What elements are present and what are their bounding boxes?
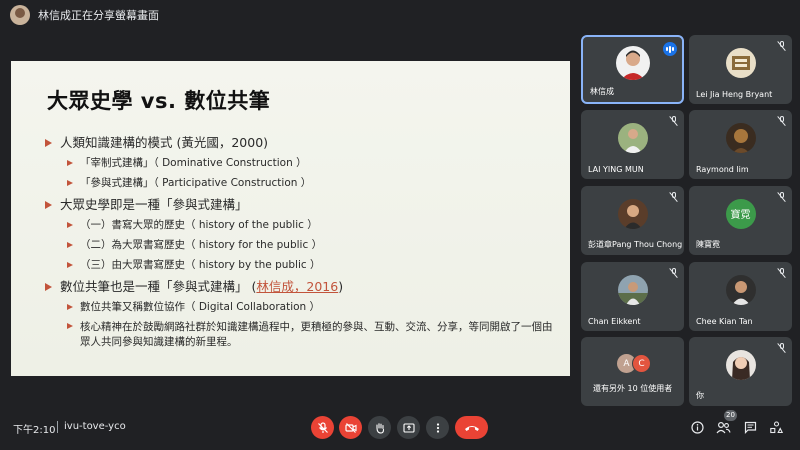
mic-toggle-button[interactable] bbox=[311, 416, 334, 439]
sub-bullet-item: 數位共筆又稱數位協作（ Digital Collaboration ） bbox=[45, 297, 555, 317]
participant-name: 你 bbox=[696, 391, 704, 400]
other-participants-avatars: A C bbox=[617, 354, 651, 373]
participant-name: 還有另外 10 位使用者 bbox=[593, 384, 673, 393]
mic-off-icon bbox=[669, 116, 678, 126]
avatar bbox=[617, 198, 648, 229]
leave-call-button[interactable] bbox=[455, 416, 488, 439]
mic-off-icon bbox=[777, 116, 786, 126]
participant-tile[interactable]: Raymond lim bbox=[689, 110, 792, 179]
more-participants-tile[interactable]: A C 還有另外 10 位使用者 bbox=[581, 337, 684, 406]
participant-name: Lei Jia Heng Bryant bbox=[696, 90, 773, 99]
divider bbox=[57, 421, 58, 433]
participant-name: 林信成 bbox=[590, 87, 614, 96]
mic-off-icon bbox=[669, 192, 678, 202]
sub-bullet-item: （一）書寫大眾的歷史（ history of the public ） bbox=[45, 215, 555, 235]
participant-tile[interactable]: 寶霓 陳寶霓 bbox=[689, 186, 792, 255]
raise-hand-icon bbox=[375, 422, 384, 434]
participant-tile[interactable]: 林信成 bbox=[581, 35, 684, 104]
avatar bbox=[725, 122, 756, 153]
self-tile[interactable]: 你 bbox=[689, 337, 792, 406]
bullet-arrow-icon bbox=[67, 160, 73, 166]
participant-tile[interactable]: 彭道章Pang Thou Chong bbox=[581, 186, 684, 255]
citation-link[interactable]: 林信成，2016 bbox=[256, 279, 338, 294]
participant-name: Chan Eikkent bbox=[588, 317, 641, 326]
mic-off-icon bbox=[669, 268, 678, 278]
people-icon bbox=[716, 421, 731, 433]
participant-tile[interactable]: LAI YING MUN bbox=[581, 110, 684, 179]
avatar bbox=[725, 47, 756, 78]
chat-button[interactable] bbox=[742, 419, 758, 435]
presenting-banner: 林信成正在分享螢幕畫面 bbox=[10, 4, 159, 26]
activities-icon bbox=[769, 420, 783, 433]
meet-window: 林信成正在分享螢幕畫面 大眾史學 vs. 數位共筆 人類知識建構的模式 (黃光國… bbox=[0, 0, 800, 450]
avatar bbox=[725, 274, 756, 305]
participant-tile[interactable]: Lei Jia Heng Bryant bbox=[689, 35, 792, 104]
sub-bullet-item: （二）為大眾書寫歷史（ history for the public ） bbox=[45, 235, 555, 255]
more-options-button[interactable] bbox=[426, 416, 449, 439]
call-end-icon bbox=[464, 425, 479, 431]
current-time: 下午2:10 bbox=[13, 425, 56, 436]
meeting-details-button[interactable] bbox=[689, 419, 705, 435]
avatar bbox=[615, 46, 650, 80]
meeting-code: ivu-tove-yco bbox=[64, 421, 126, 432]
avatar: 寶霓 bbox=[725, 198, 756, 229]
mic-off-icon bbox=[317, 421, 328, 433]
info-icon bbox=[690, 420, 704, 434]
mic-off-icon bbox=[777, 192, 786, 202]
bullet-item: 大眾史學即是一種「參與式建構」 bbox=[45, 195, 555, 215]
shared-screen: 大眾史學 vs. 數位共筆 人類知識建構的模式 (黃光國，2000) 「宰制式建… bbox=[11, 61, 570, 376]
bullet-arrow-icon bbox=[45, 201, 52, 209]
control-bar: 下午2:10 ivu-tove-yco bbox=[0, 406, 800, 450]
sub-bullet-item: 核心精神在於鼓勵網路社群於知識建構過程中，更積極的參與、互動、交流、分享，等同開… bbox=[45, 317, 555, 350]
bullet-arrow-icon bbox=[67, 222, 73, 228]
participant-tile[interactable]: Chan Eikkent bbox=[581, 262, 684, 331]
participant-name: 陳寶霓 bbox=[696, 240, 720, 249]
more-vert-icon bbox=[436, 422, 439, 433]
bullet-arrow-icon bbox=[45, 139, 52, 147]
bullet-item: 數位共筆也是一種「參與式建構」 (林信成，2016) bbox=[45, 277, 555, 297]
mic-off-icon bbox=[777, 343, 786, 353]
participant-count-badge: 20 bbox=[724, 410, 737, 421]
bullet-arrow-icon bbox=[45, 283, 52, 291]
present-button[interactable] bbox=[397, 416, 420, 439]
bullet-arrow-icon bbox=[67, 180, 73, 186]
chat-icon bbox=[744, 421, 756, 434]
camera-off-icon bbox=[344, 422, 357, 433]
avatar: C bbox=[632, 354, 651, 373]
slide-bullets: 人類知識建構的模式 (黃光國，2000) 「宰制式建構」（ Dominative… bbox=[45, 131, 555, 350]
sub-bullet-item: 「參與式建構」（ Participative Construction ） bbox=[45, 173, 555, 193]
participant-name: Raymond lim bbox=[696, 165, 749, 174]
avatar bbox=[725, 349, 756, 380]
bullet-arrow-icon bbox=[67, 262, 73, 268]
participant-name: 彭道章Pang Thou Chong bbox=[588, 240, 683, 249]
raise-hand-button[interactable] bbox=[368, 416, 391, 439]
bullet-arrow-icon bbox=[67, 304, 73, 310]
speaking-indicator-icon bbox=[663, 42, 677, 56]
sub-bullet-item: 「宰制式建構」（ Dominative Construction ） bbox=[45, 153, 555, 173]
mic-off-icon bbox=[777, 41, 786, 51]
participant-name: LAI YING MUN bbox=[588, 165, 644, 174]
activities-button[interactable] bbox=[768, 419, 784, 435]
slide-title: 大眾史學 vs. 數位共筆 bbox=[47, 89, 271, 113]
presenter-avatar bbox=[10, 5, 30, 25]
bullet-arrow-icon bbox=[67, 323, 73, 329]
participant-name: Chee Kian Tan bbox=[696, 317, 753, 326]
bullet-arrow-icon bbox=[67, 242, 73, 248]
bullet-item: 人類知識建構的模式 (黃光國，2000) bbox=[45, 133, 555, 153]
avatar bbox=[617, 274, 648, 305]
participant-tile[interactable]: Chee Kian Tan bbox=[689, 262, 792, 331]
avatar bbox=[617, 122, 648, 153]
sub-bullet-item: （三）由大眾書寫歷史（ history by the public ） bbox=[45, 255, 555, 275]
people-button[interactable] bbox=[715, 419, 731, 435]
mic-off-icon bbox=[777, 268, 786, 278]
camera-toggle-button[interactable] bbox=[339, 416, 362, 439]
presenting-text: 林信成正在分享螢幕畫面 bbox=[38, 9, 159, 22]
present-icon bbox=[402, 422, 415, 433]
